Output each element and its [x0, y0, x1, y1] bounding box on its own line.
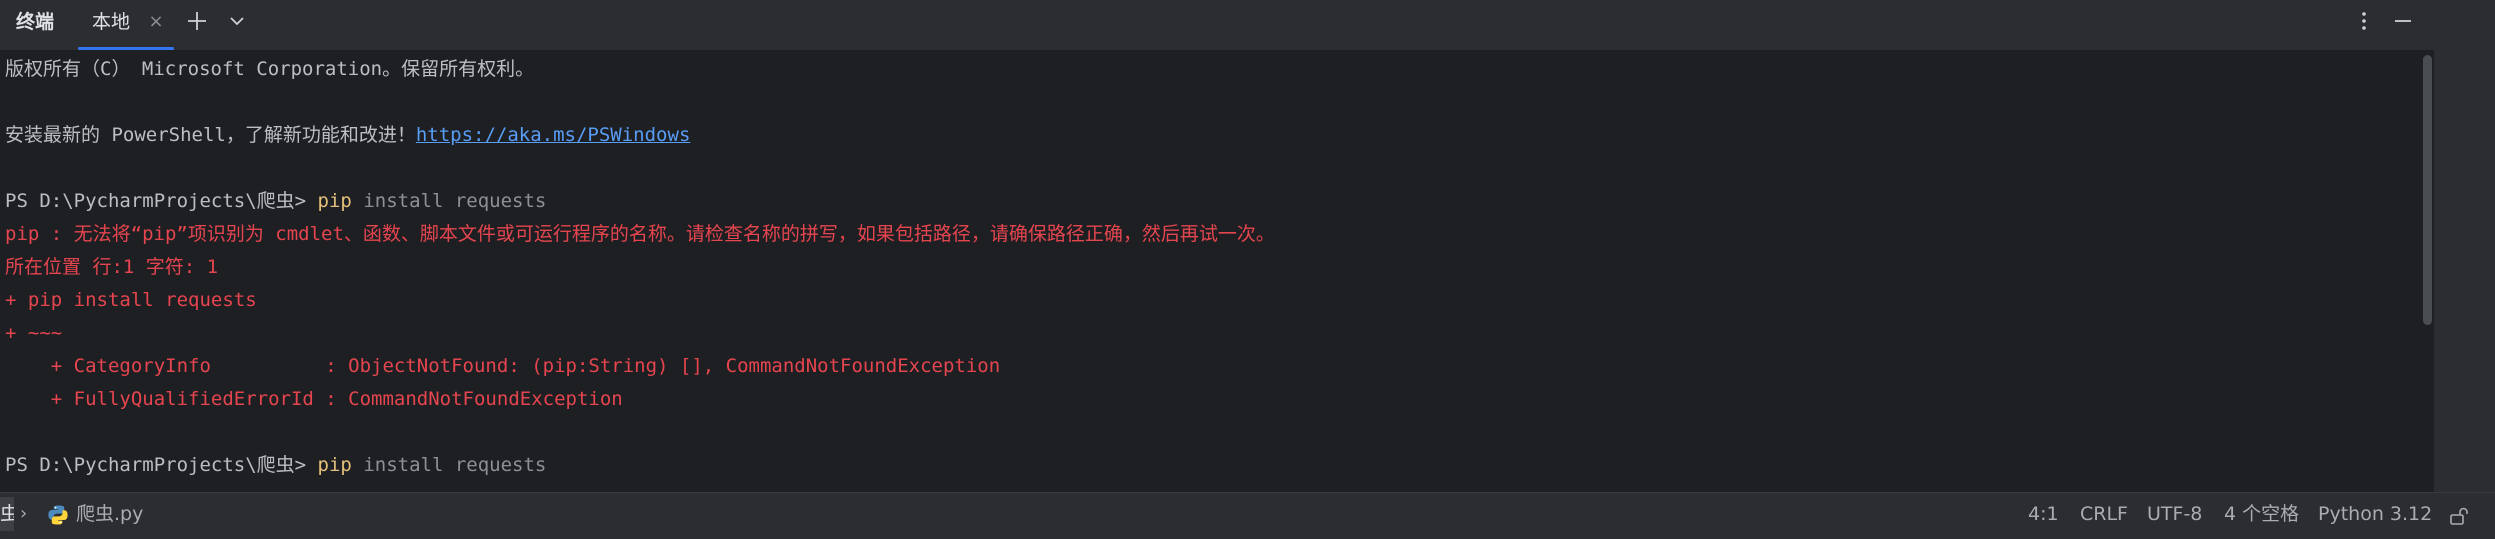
- unlock-icon[interactable]: [2448, 505, 2470, 527]
- scrollbar-thumb[interactable]: [2423, 55, 2432, 325]
- cursor-position[interactable]: 4:1: [2028, 497, 2059, 531]
- breadcrumb-file[interactable]: 爬虫.py: [76, 497, 143, 531]
- status-bar: 虫 › 爬虫.py 4:1 CRLF UTF-8 4 个空格 Python 3.…: [0, 492, 2495, 539]
- file-encoding[interactable]: UTF-8: [2147, 497, 2202, 531]
- prompt-line-1: PS D:\PycharmProjects\爬虫> pip install re…: [5, 185, 546, 218]
- error-line-6: + FullyQualifiedErrorId : CommandNotFoun…: [5, 388, 623, 410]
- indent-setting[interactable]: 4 个空格: [2224, 497, 2299, 531]
- install-line: 安装最新的 PowerShell，了解新功能和改进！https://aka.ms…: [5, 119, 690, 152]
- command-name: pip: [317, 454, 352, 476]
- prompt-text: PS D:\PycharmProjects\爬虫>: [5, 454, 318, 476]
- terminal-tab-bar: 终端 本地 ×: [0, 0, 2495, 51]
- error-line-4: + ~~~: [5, 322, 63, 344]
- command-args: install requests: [351, 190, 547, 212]
- prompt-text: PS D:\PycharmProjects\爬虫>: [5, 190, 318, 212]
- chevron-down-icon[interactable]: [224, 8, 250, 34]
- line-separator[interactable]: CRLF: [2080, 497, 2128, 531]
- breadcrumb-separator: ›: [20, 503, 28, 524]
- python-file-icon: [47, 504, 69, 526]
- install-text: 安装最新的 PowerShell，了解新功能和改进！: [5, 124, 416, 146]
- pswindows-link[interactable]: https://aka.ms/PSWindows: [416, 124, 691, 146]
- breadcrumb-folder[interactable]: 虫: [0, 497, 14, 531]
- tab-local[interactable]: 本地 ×: [78, 0, 174, 50]
- command-args: install requests: [351, 454, 547, 476]
- plus-icon[interactable]: [184, 8, 210, 34]
- python-interpreter[interactable]: Python 3.12: [2318, 497, 2432, 531]
- tool-window-title: 终端: [16, 11, 55, 33]
- error-line-5: + CategoryInfo : ObjectNotFound: (pip:St…: [5, 355, 1001, 377]
- error-line-3: + pip install requests: [5, 289, 257, 311]
- minimize-icon[interactable]: [2390, 8, 2416, 34]
- close-icon[interactable]: ×: [146, 12, 166, 32]
- prompt-line-2: PS D:\PycharmProjects\爬虫> pip install re…: [5, 449, 546, 482]
- right-tool-strip: [2434, 50, 2495, 492]
- copyright-line: 版权所有（C） Microsoft Corporation。保留所有权利。: [5, 58, 535, 80]
- error-line-2: 所在位置 行:1 字符: 1: [5, 256, 219, 278]
- terminal-output[interactable]: 版权所有（C） Microsoft Corporation。保留所有权利。 安装…: [0, 50, 2420, 492]
- tab-label: 本地: [92, 11, 131, 33]
- error-line-1: pip : 无法将“pip”项识别为 cmdlet、函数、脚本文件或可运行程序的…: [5, 223, 1275, 245]
- command-name: pip: [317, 190, 352, 212]
- more-vertical-icon[interactable]: [2352, 8, 2376, 34]
